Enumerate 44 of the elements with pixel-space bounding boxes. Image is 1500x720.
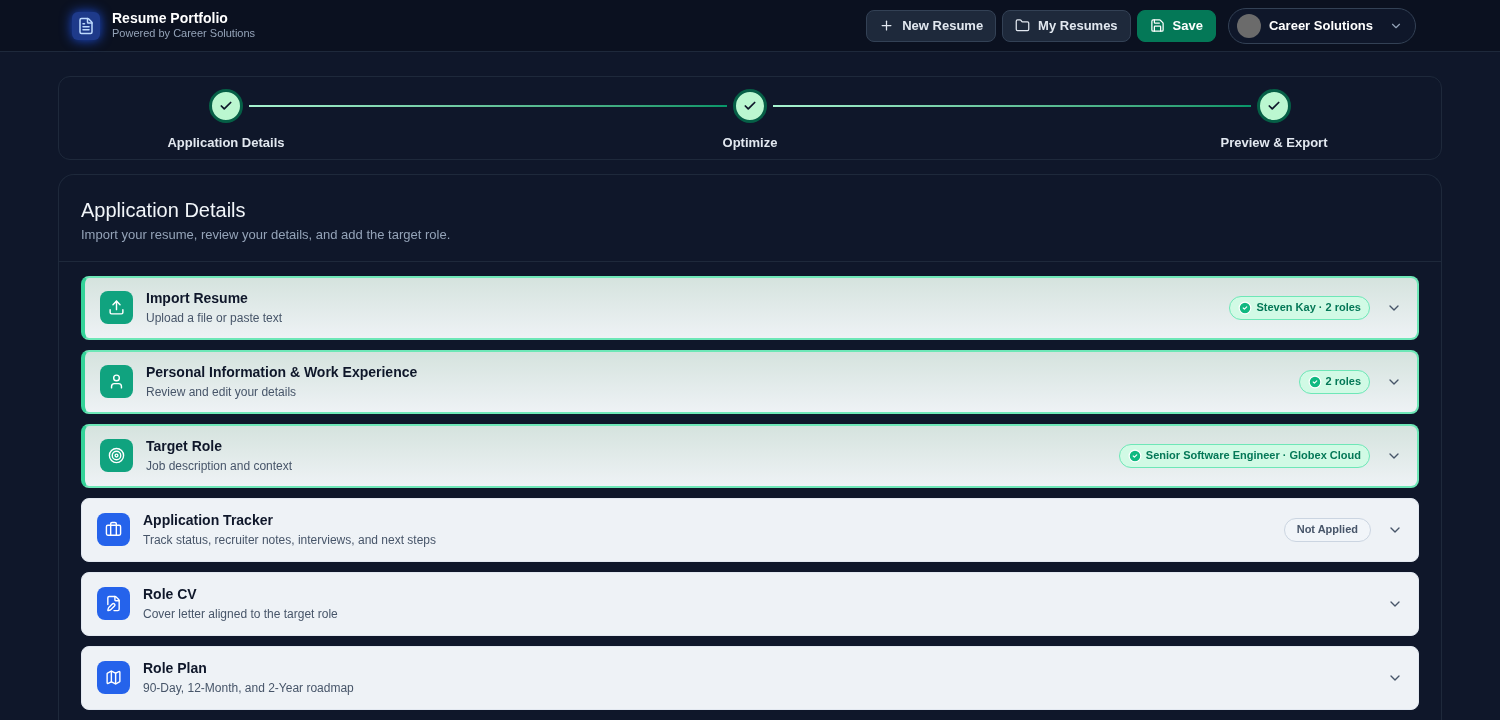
section-title: Role CV [143,585,198,604]
section-title: Import Resume [146,289,249,308]
step-label[interactable]: Optimize [722,133,778,153]
document-pen-icon [97,587,130,620]
status-badge: Senior Software Engineer · Globex Cloud [1118,443,1370,468]
section-subtitle: 90-Day, 12-Month, and 2-Year roadmap [143,680,354,697]
panel-subtitle: Import your resume, review your details, and add the target role. [81,226,452,244]
app-subtitle: Powered by Career Solutions [112,27,256,42]
section-title: Application Tracker [143,511,274,530]
accordion-section[interactable]: Import Resume Upload a file or paste text Steven Kay · 2 roles [81,275,1419,340]
step-label[interactable]: Preview & Export [1220,133,1328,153]
section-subtitle: Review and edit your details [146,384,298,401]
section-subtitle: Job description and context [146,458,293,475]
status-badge: 2 roles [1298,369,1370,394]
save-button[interactable]: Save [1136,9,1216,42]
section-subtitle: Cover letter aligned to the target role [143,606,338,623]
map-icon [97,661,130,694]
briefcase-icon [97,513,130,546]
status-badge: Not Applied [1283,517,1371,542]
section-title: Target Role [146,437,223,456]
plus-icon [879,18,895,33]
accordion-section[interactable]: Application Tracker Track status, recruiter notes, interviews, and next steps Not Applied [81,497,1419,562]
account-menu-button[interactable]: Career Solutions [1227,7,1416,44]
step-label[interactable]: Application Details [167,133,285,153]
target-icon [100,439,133,472]
toolbar-button[interactable]: My Resumes [1002,9,1131,42]
app-logo-icon [72,11,100,40]
section-title: Personal Information & Work Experience [146,363,418,382]
section-title: Role Plan [143,659,208,678]
toolbar-button[interactable]: New Resume [866,9,997,42]
folder-icon [1015,18,1031,33]
upload-icon [100,291,133,324]
accordion-section[interactable]: Personal Information & Work Experience Review and edit your details 2 roles [81,349,1419,414]
app-title: Resume Portfolio [112,9,229,28]
section-subtitle: Upload a file or paste text [146,310,283,327]
panel-title: Application Details [81,198,247,223]
accordion-section[interactable]: Target Role Job description and context Senior Software Engineer · Globex Cloud [81,423,1419,488]
person-icon [100,365,133,398]
avatar-icon [1236,13,1261,38]
status-badge: Steven Kay · 2 roles [1229,295,1370,320]
save-icon [1149,18,1165,33]
accordion-section[interactable]: Role Plan 90-Day, 12-Month, and 2-Year roadmap [81,645,1419,710]
accordion-section[interactable]: Role CV Cover letter aligned to the target role [81,571,1419,636]
section-subtitle: Track status, recruiter notes, interviews, and next steps [143,532,436,549]
